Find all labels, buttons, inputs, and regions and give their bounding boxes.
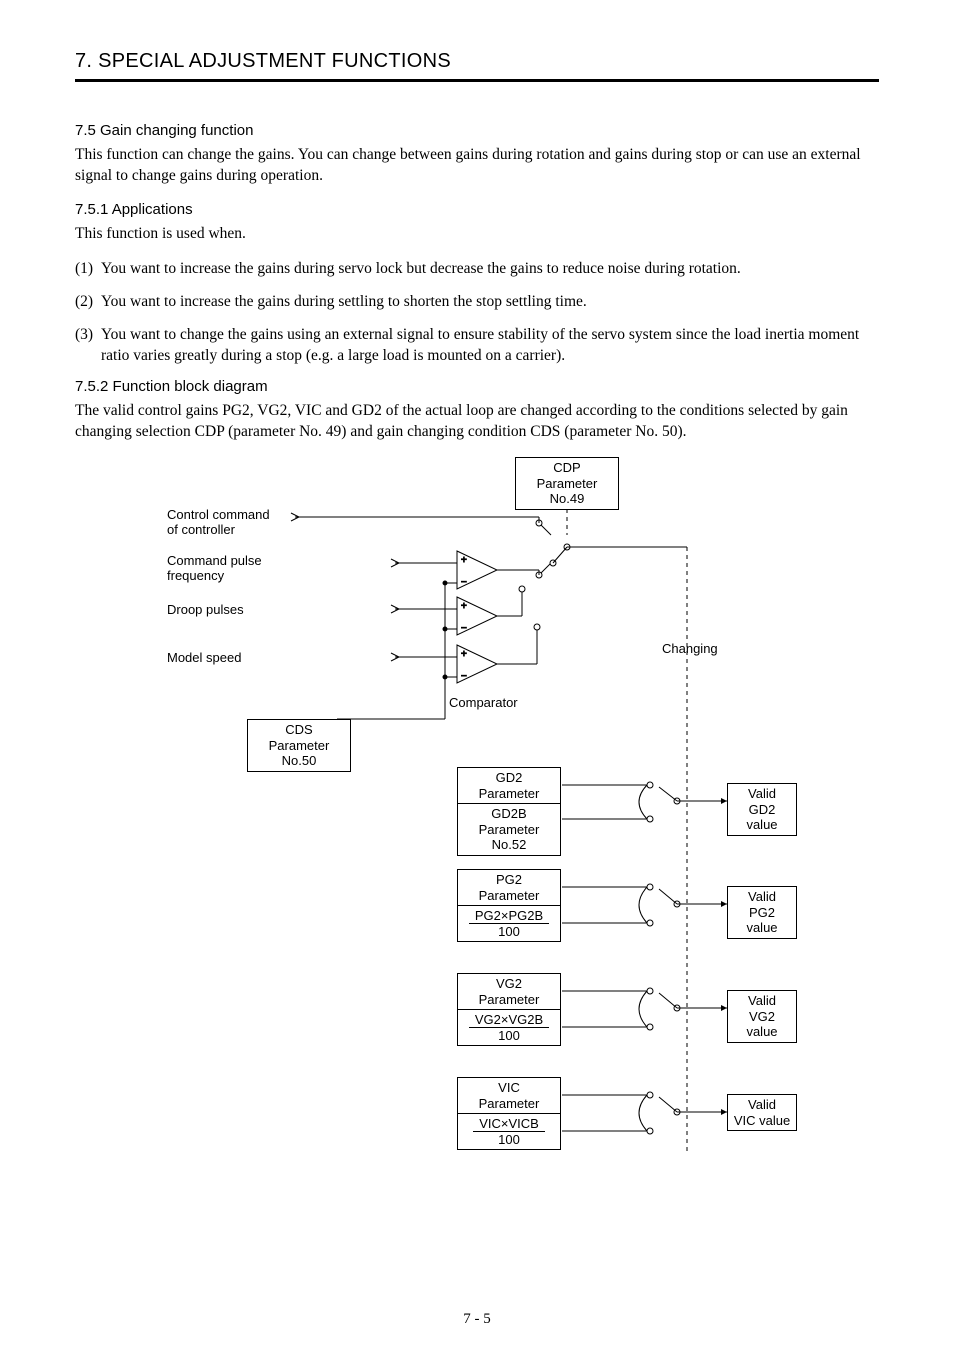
model-speed-label: Model speed: [167, 650, 241, 665]
section-7-5-1-intro: This function is used when.: [75, 224, 879, 245]
valid-gd2-box: Valid GD2 value: [727, 783, 797, 836]
list-item: (1) You want to increase the gains durin…: [75, 259, 879, 280]
svg-text:−: −: [461, 671, 467, 682]
vg2b-box: VG2×VG2B100: [457, 1009, 561, 1046]
changing-label: Changing: [662, 641, 718, 656]
applications-list: (1) You want to increase the gains durin…: [75, 259, 879, 367]
cdp-box: CDP Parameter No.49: [515, 457, 619, 510]
section-7-5-2-title: 7.5.2 Function block diagram: [75, 378, 879, 395]
section-7-5-title: 7.5 Gain changing function: [75, 122, 879, 139]
control-command-label: Control command of controller: [167, 507, 270, 537]
pg2b-box: PG2×PG2B100: [457, 905, 561, 942]
list-item: (2) You want to increase the gains durin…: [75, 292, 879, 313]
section-7-5-2-intro: The valid control gains PG2, VG2, VIC an…: [75, 401, 879, 443]
valid-pg2-box: Valid PG2 value: [727, 886, 797, 939]
comparator-label: Comparator: [449, 695, 518, 710]
item-text: You want to increase the gains during se…: [101, 259, 879, 280]
cdp-line2: Parameter No.49: [537, 476, 598, 507]
item-text: You want to increase the gains during se…: [101, 292, 879, 313]
cds-line1: CDS: [285, 722, 312, 737]
item-number: (2): [75, 292, 101, 313]
gd2b-box: GD2B Parameter No.52: [457, 803, 561, 856]
page-number: 7 - 5: [0, 1311, 954, 1328]
valid-vg2-box: Valid VG2 value: [727, 990, 797, 1043]
valid-vic-box: Valid VIC value: [727, 1094, 797, 1131]
list-item: (3) You want to change the gains using a…: [75, 325, 879, 367]
section-7-5-1-title: 7.5.1 Applications: [75, 201, 879, 218]
item-number: (3): [75, 325, 101, 367]
svg-text:−: −: [461, 577, 467, 588]
item-text: You want to change the gains using an ex…: [101, 325, 879, 367]
cds-line2: Parameter No.50: [269, 738, 330, 769]
droop-pulses-label: Droop pulses: [167, 602, 244, 617]
vicb-box: VIC×VICB100: [457, 1113, 561, 1150]
svg-text:+: +: [461, 555, 467, 566]
function-block-diagram: + − + − + −: [167, 457, 787, 1177]
chapter-header: 7. SPECIAL ADJUSTMENT FUNCTIONS: [75, 50, 879, 82]
cdp-line1: CDP: [553, 460, 580, 475]
item-number: (1): [75, 259, 101, 280]
section-7-5-intro: This function can change the gains. You …: [75, 145, 879, 187]
svg-text:+: +: [461, 649, 467, 660]
svg-text:+: +: [461, 601, 467, 612]
svg-text:−: −: [461, 623, 467, 634]
command-pulse-label: Command pulse frequency: [167, 553, 262, 583]
cds-box: CDS Parameter No.50: [247, 719, 351, 772]
